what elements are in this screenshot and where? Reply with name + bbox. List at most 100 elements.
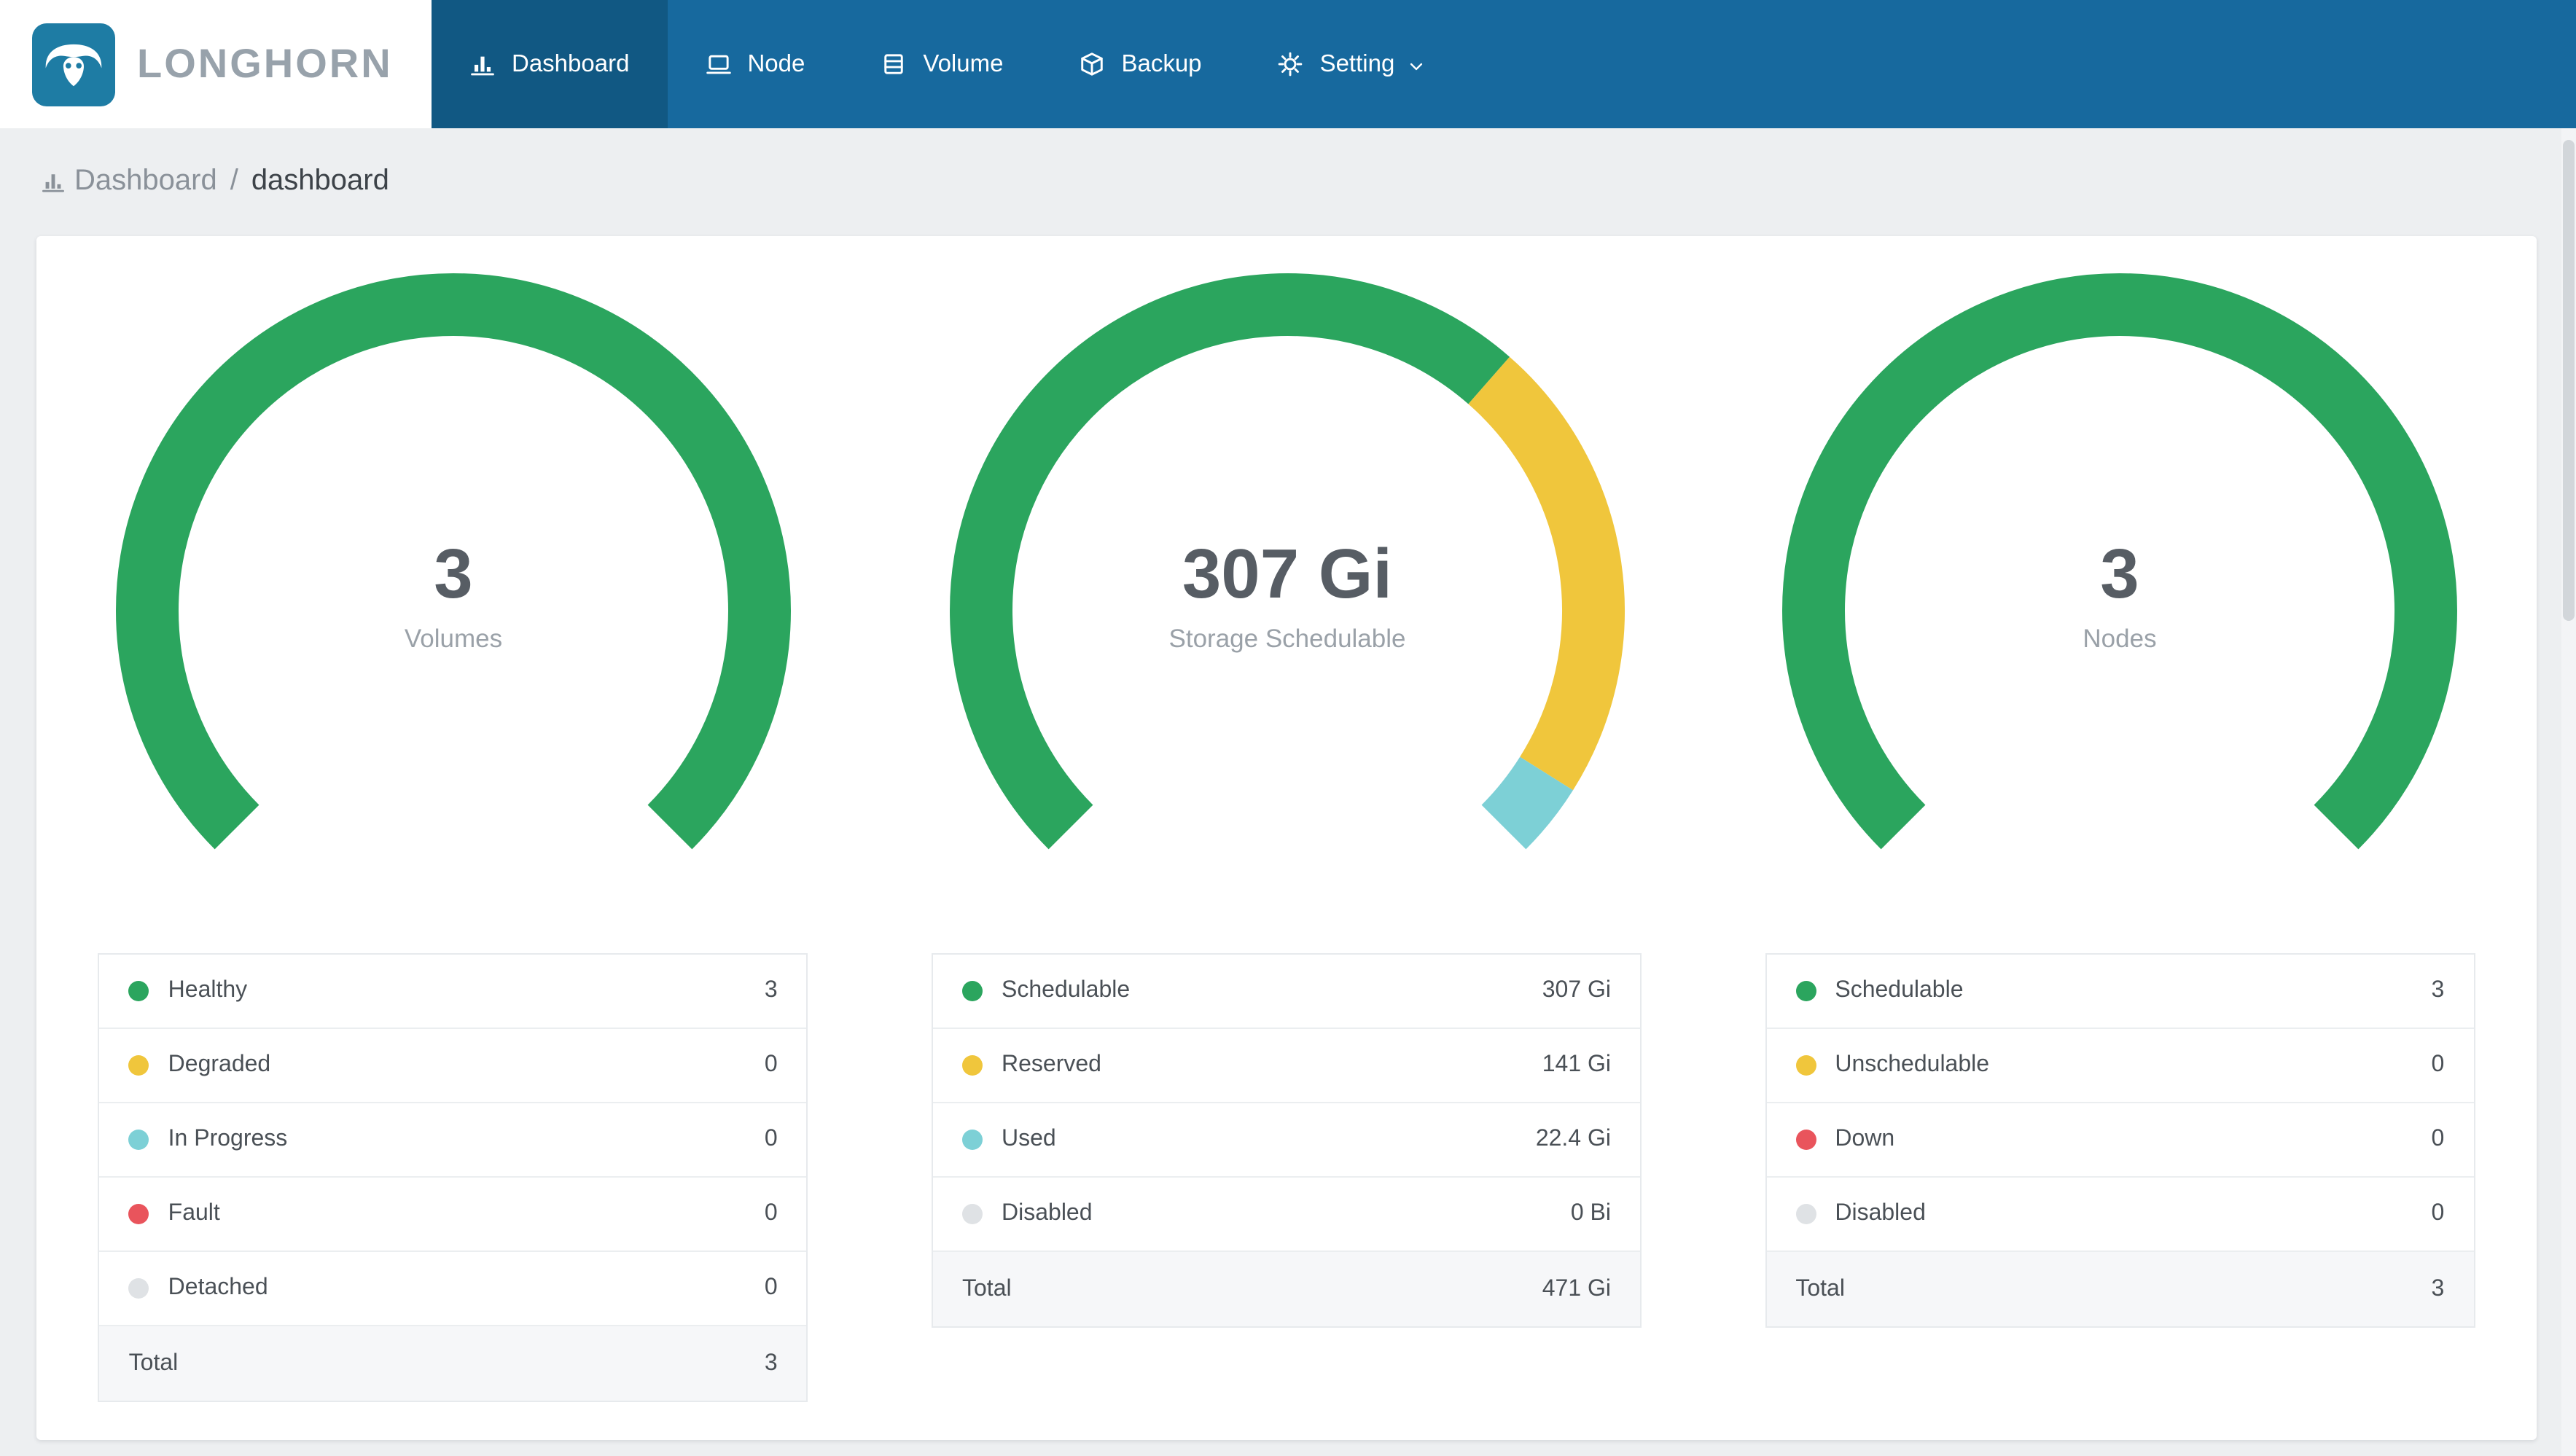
green-dot	[128, 981, 149, 1001]
legend-table-storage-schedulable: Schedulable 307 Gi Reserved 141 Gi Used 22.4 …	[932, 953, 1642, 1328]
yellow-dot	[128, 1055, 149, 1076]
breadcrumb: Dashboard / dashboard	[0, 128, 2576, 236]
legend-value: 3	[2431, 978, 2445, 1003]
gear-icon	[1278, 51, 1304, 77]
red-dot	[128, 1204, 149, 1224]
nav-item-backup[interactable]: Backup	[1041, 0, 1239, 128]
bar-chart-icon	[41, 169, 74, 194]
legend-row: Schedulable 3	[1766, 955, 2474, 1029]
nav-item-label: Backup	[1121, 50, 1202, 77]
breadcrumb-section[interactable]: Dashboard	[74, 165, 217, 198]
gray-dot	[1795, 1204, 1816, 1224]
legend-total-row: Total 471 Gi	[933, 1252, 1640, 1326]
app-root: LONGHORN Dashboard Node Volume Backup Settin…	[0, 0, 2576, 1456]
gauge-center-label: Nodes	[2083, 625, 2157, 653]
legend-table-nodes: Schedulable 3 Unschedulable 0 Down 0 Disabled 0…	[1765, 953, 2475, 1328]
legend-table-volumes: Healthy 3 Degraded 0 In Progress 0 Fault 0 Detac…	[98, 953, 808, 1402]
legend-row: Used 22.4 Gi	[933, 1103, 1640, 1178]
gauge-panels: 3 Volumes Healthy 3 Degraded 0 In Progress 0 Fau…	[36, 271, 2537, 1402]
legend-row: Disabled 0	[1766, 1178, 2474, 1252]
legend-row: Degraded 0	[99, 1029, 807, 1103]
legend-row: Reserved 141 Gi	[933, 1029, 1640, 1103]
legend-value: 307 Gi	[1542, 978, 1611, 1003]
green-dot	[962, 981, 983, 1001]
nav-item-label: Dashboard	[512, 50, 630, 77]
legend-row: In Progress 0	[99, 1103, 807, 1178]
top-navbar: LONGHORN Dashboard Node Volume Backup Settin…	[0, 0, 2576, 128]
legend-row: Fault 0	[99, 1178, 807, 1252]
dashboard-card: 3 Volumes Healthy 3 Degraded 0 In Progress 0 Fau…	[36, 236, 2537, 1440]
legend-value: 0	[2431, 1052, 2445, 1077]
legend-row: Disabled 0 Bi	[933, 1178, 1640, 1252]
nav-item-dashboard[interactable]: Dashboard	[432, 0, 668, 128]
legend-total-row: Total 3	[99, 1326, 807, 1401]
legend-row: Unschedulable 0	[1766, 1029, 2474, 1103]
legend-value: 0	[2431, 1201, 2445, 1226]
laptop-icon	[705, 51, 731, 77]
legend-row: Healthy 3	[99, 955, 807, 1029]
legend-label: Schedulable	[1002, 978, 1131, 1003]
legend-label: Schedulable	[1835, 978, 1964, 1003]
breadcrumb-page: dashboard	[251, 165, 389, 197]
gauge-center-label: Volumes	[405, 625, 502, 653]
scrollbar[interactable]	[2561, 128, 2576, 1456]
breadcrumb-separator: /	[230, 165, 238, 197]
teal-dot	[962, 1130, 983, 1150]
legend-label: Fault	[168, 1201, 220, 1226]
nav-item-node[interactable]: Node	[667, 0, 843, 128]
nav-item-setting[interactable]: Setting	[1240, 0, 1465, 128]
legend-total-value: 3	[2431, 1276, 2445, 1301]
red-dot	[1795, 1130, 1816, 1150]
legend-label: Detached	[168, 1275, 268, 1300]
green-dot	[1795, 981, 1816, 1001]
gauge-center-value: 307 Gi	[1182, 535, 1392, 613]
legend-total-row: Total 3	[1766, 1252, 2474, 1326]
yellow-dot	[962, 1055, 983, 1076]
gray-dot	[962, 1204, 983, 1224]
legend-value: 0	[764, 1275, 778, 1300]
legend-value: 0	[764, 1127, 778, 1151]
longhorn-bull-logo-icon	[32, 23, 115, 106]
legend-label: Healthy	[168, 978, 248, 1003]
main-nav: Dashboard Node Volume Backup Setting	[432, 0, 1464, 128]
logo[interactable]: LONGHORN	[0, 0, 432, 128]
gauge-storage-schedulable: 307 Gi Storage Schedulable	[949, 273, 1624, 850]
gauge-center-value: 3	[2101, 535, 2139, 613]
gray-dot	[128, 1278, 149, 1299]
legend-label: Disabled	[1835, 1201, 1926, 1226]
legend-value: 3	[764, 978, 778, 1003]
legend-value: 0	[764, 1052, 778, 1077]
gauge-panel-volumes: 3 Volumes Healthy 3 Degraded 0 In Progress 0 Fau…	[36, 271, 870, 1402]
legend-label: Down	[1835, 1127, 1895, 1151]
database-icon	[881, 51, 907, 77]
legend-value: 22.4 Gi	[1535, 1127, 1611, 1151]
legend-total-label: Total	[1795, 1276, 1845, 1301]
gauge-center-label: Storage Schedulable	[1168, 625, 1405, 653]
legend-total-label: Total	[962, 1276, 1012, 1301]
legend-row: Schedulable 307 Gi	[933, 955, 1640, 1029]
scrollbar-thumb[interactable]	[2563, 140, 2575, 621]
legend-label: Unschedulable	[1835, 1052, 1990, 1077]
legend-label: Used	[1002, 1127, 1056, 1151]
legend-value: 0	[2431, 1127, 2445, 1151]
cube-icon	[1079, 51, 1105, 77]
legend-total-label: Total	[128, 1350, 179, 1375]
nav-item-label: Setting	[1319, 50, 1395, 77]
legend-value: 0	[764, 1201, 778, 1226]
yellow-dot	[1795, 1055, 1816, 1076]
legend-value: 0 Bi	[1570, 1201, 1611, 1226]
chevron-down-icon	[1410, 52, 1426, 77]
logo-text: LONGHORN	[137, 41, 393, 86]
legend-label: Degraded	[168, 1052, 271, 1077]
nav-item-volume[interactable]: Volume	[843, 0, 1041, 128]
teal-dot	[128, 1130, 149, 1150]
gauge-volumes: 3 Volumes	[115, 273, 791, 850]
legend-row: Detached 0	[99, 1252, 807, 1326]
legend-label: In Progress	[168, 1127, 288, 1151]
gauge-panel-storage-schedulable: 307 Gi Storage Schedulable Schedulable 307 …	[870, 271, 1703, 1402]
gauge-center-value: 3	[434, 535, 472, 613]
legend-total-value: 3	[764, 1350, 778, 1375]
nav-item-label: Node	[747, 50, 805, 77]
nav-item-label: Volume	[923, 50, 1004, 77]
legend-label: Disabled	[1002, 1201, 1093, 1226]
